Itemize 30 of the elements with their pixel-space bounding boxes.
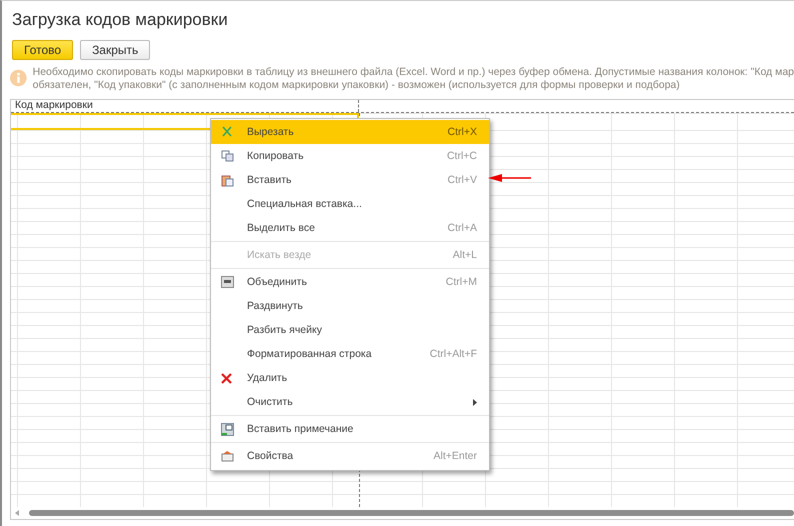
note-icon [221,422,234,436]
info-text: обязателен, "Код упаковки" (с заполненным кодом маркировки упаковки) - возможен (используется для формы проверки и подбора) [32,79,681,92]
properties-icon [221,450,234,462]
menu-item[interactable]: Раздвинуть [211,294,489,318]
menu-item[interactable]: Выделить все Ctrl+A [211,216,489,240]
table-icon [221,276,234,288]
scissors-icon [221,126,233,138]
column-header: Код маркировки [11,100,359,112]
close-button[interactable]: Закрыть [80,40,150,60]
menu-item[interactable]: Специальная вставка... [211,192,489,216]
menu-item[interactable]: Свойства Alt+Enter [211,444,489,468]
submenu-arrow-icon [473,398,477,406]
menu-item[interactable]: Копировать Ctrl+C [211,144,489,168]
menu-item[interactable]: Вставить Ctrl+V [211,168,489,192]
pointer-arrow [488,173,532,183]
scrollbar-thumb[interactable] [29,510,794,516]
done-button[interactable]: Готово [12,40,74,60]
menu-item[interactable]: Вырезать Ctrl+X [211,120,489,144]
menu-item[interactable]: Форматированная строка Ctrl+Alt+F [211,342,489,366]
window-title: Загрузка кодов маркировки [12,10,229,31]
paste-icon [221,174,234,186]
close-icon [221,372,232,384]
copy-icon [221,150,234,162]
info-text: Необходимо скопировать коды маркировки в таблицу из внешнего файла (Excel. Word и пр.) через буфер обмена. Допустимые названия колонок: "Код мар [32,66,794,79]
menu-item[interactable]: Разбить ячейку [211,318,489,342]
menu-item[interactable]: Объединить Ctrl+M [211,270,489,294]
menu-item[interactable]: Удалить [211,366,489,390]
menu-item[interactable]: Вставить примечание [211,417,489,441]
scroll-left-icon[interactable] [15,510,19,516]
menu-item[interactable]: Очистить [211,390,489,414]
